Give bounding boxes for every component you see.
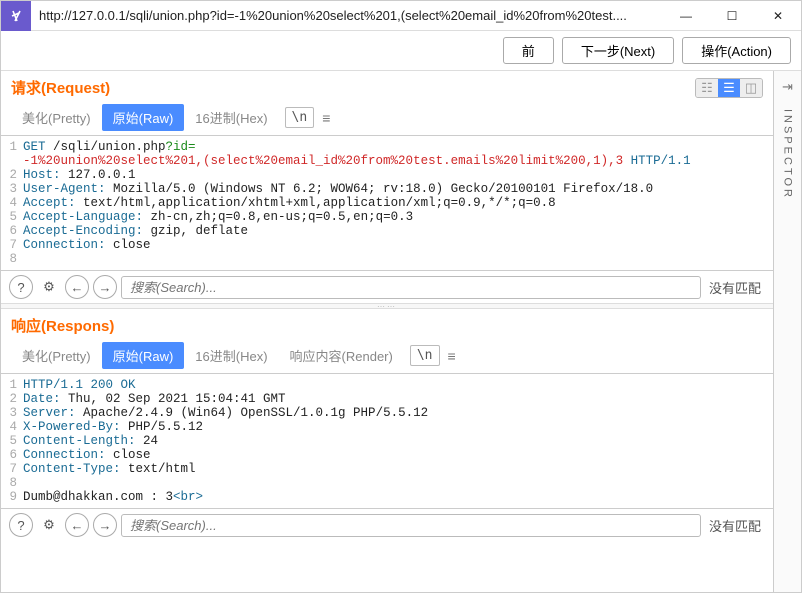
viewmode-split-icon[interactable]: ◫ bbox=[740, 79, 762, 97]
inspector-sidebar: ⇥ INSPECTOR bbox=[773, 71, 801, 592]
viewmode-toggle[interactable]: ☷ ☰ ◫ bbox=[695, 78, 763, 98]
search-prev-icon[interactable]: ← bbox=[65, 513, 89, 537]
code-line: 6Accept-Encoding: gzip, deflate bbox=[1, 224, 773, 238]
code-line: 9Dumb@dhakkan.com : 3<br> bbox=[1, 490, 773, 504]
code-line: 7Content-Type: text/html bbox=[1, 462, 773, 476]
tab-pretty[interactable]: 美化(Pretty) bbox=[11, 104, 102, 131]
code-line: 8 bbox=[1, 252, 773, 266]
code-line: 1HTTP/1.1 200 OK bbox=[1, 378, 773, 392]
code-line: 5Accept-Language: zh-cn,zh;q=0.8,en-us;q… bbox=[1, 210, 773, 224]
code-line: 5Content-Length: 24 bbox=[1, 434, 773, 448]
help-icon[interactable]: ? bbox=[9, 275, 33, 299]
tab-newline[interactable]: \n bbox=[410, 345, 440, 366]
tab-newline[interactable]: \n bbox=[285, 107, 315, 128]
app-icon bbox=[1, 1, 31, 31]
code-line: 3Server: Apache/2.4.9 (Win64) OpenSSL/1.… bbox=[1, 406, 773, 420]
tab-pretty[interactable]: 美化(Pretty) bbox=[11, 342, 102, 369]
viewmode-single-icon[interactable]: ☰ bbox=[718, 79, 740, 97]
titlebar-url: http://127.0.0.1/sqli/union.php?id=-1%20… bbox=[31, 8, 663, 23]
request-searchbar: ? ⚙ ← → 没有匹配 bbox=[1, 270, 773, 303]
search-next-icon[interactable]: → bbox=[93, 513, 117, 537]
code-line: 2Date: Thu, 02 Sep 2021 15:04:41 GMT bbox=[1, 392, 773, 406]
hamburger-icon[interactable]: ≡ bbox=[322, 110, 330, 126]
search-nomatch: 没有匹配 bbox=[705, 278, 765, 297]
code-line: 7Connection: close bbox=[1, 238, 773, 252]
request-tabbar: 美化(Pretty) 原始(Raw) 16进制(Hex) \n ≡ bbox=[1, 100, 773, 136]
code-line: 8 bbox=[1, 476, 773, 490]
request-pane: 请求(Request) ☷ ☰ ◫ 美化(Pretty) 原始(Raw) 16进… bbox=[1, 71, 773, 303]
response-title: 响应(Respons) bbox=[11, 315, 114, 336]
tab-hex[interactable]: 16进制(Hex) bbox=[184, 342, 278, 369]
close-button[interactable]: ✕ bbox=[755, 1, 801, 31]
tab-raw[interactable]: 原始(Raw) bbox=[102, 104, 185, 131]
inspector-toggle-icon[interactable]: ⇥ bbox=[782, 79, 793, 95]
search-next-icon[interactable]: → bbox=[93, 275, 117, 299]
code-line: 1GET /sqli/union.php?id= bbox=[1, 140, 773, 154]
viewmode-columns-icon[interactable]: ☷ bbox=[696, 79, 718, 97]
hamburger-icon[interactable]: ≡ bbox=[448, 348, 456, 364]
search-nomatch: 没有匹配 bbox=[705, 516, 765, 535]
action-button[interactable]: 操作(Action) bbox=[682, 37, 791, 64]
response-searchbar: ? ⚙ ← → 没有匹配 bbox=[1, 508, 773, 541]
code-line: 6Connection: close bbox=[1, 448, 773, 462]
gear-icon[interactable]: ⚙ bbox=[37, 275, 61, 299]
tab-render[interactable]: 响应内容(Render) bbox=[279, 342, 404, 369]
search-prev-icon[interactable]: ← bbox=[65, 275, 89, 299]
code-line: 3User-Agent: Mozilla/5.0 (Windows NT 6.2… bbox=[1, 182, 773, 196]
toolbar: 前 下一步(Next) 操作(Action) bbox=[1, 31, 801, 71]
request-editor[interactable]: 1GET /sqli/union.php?id= -1%20union%20se… bbox=[1, 136, 773, 270]
search-input[interactable] bbox=[121, 514, 701, 537]
gear-icon[interactable]: ⚙ bbox=[37, 513, 61, 537]
code-line: 4Accept: text/html,application/xhtml+xml… bbox=[1, 196, 773, 210]
back-button[interactable]: 前 bbox=[503, 37, 554, 64]
code-line: 2Host: 127.0.0.1 bbox=[1, 168, 773, 182]
inspector-label: INSPECTOR bbox=[782, 109, 794, 200]
response-tabbar: 美化(Pretty) 原始(Raw) 16进制(Hex) 响应内容(Render… bbox=[1, 338, 773, 374]
minimize-button[interactable]: — bbox=[663, 1, 709, 31]
tab-raw[interactable]: 原始(Raw) bbox=[102, 342, 185, 369]
help-icon[interactable]: ? bbox=[9, 513, 33, 537]
request-title: 请求(Request) bbox=[11, 77, 110, 98]
response-editor[interactable]: 1HTTP/1.1 200 OK2Date: Thu, 02 Sep 2021 … bbox=[1, 374, 773, 508]
code-line: 4X-Powered-By: PHP/5.5.12 bbox=[1, 420, 773, 434]
code-line: -1%20union%20select%201,(select%20email_… bbox=[1, 154, 773, 168]
next-button[interactable]: 下一步(Next) bbox=[562, 37, 674, 64]
titlebar: http://127.0.0.1/sqli/union.php?id=-1%20… bbox=[1, 1, 801, 31]
search-input[interactable] bbox=[121, 276, 701, 299]
response-pane: 响应(Respons) 美化(Pretty) 原始(Raw) 16进制(Hex)… bbox=[1, 309, 773, 541]
tab-hex[interactable]: 16进制(Hex) bbox=[184, 104, 278, 131]
maximize-button[interactable]: ☐ bbox=[709, 1, 755, 31]
